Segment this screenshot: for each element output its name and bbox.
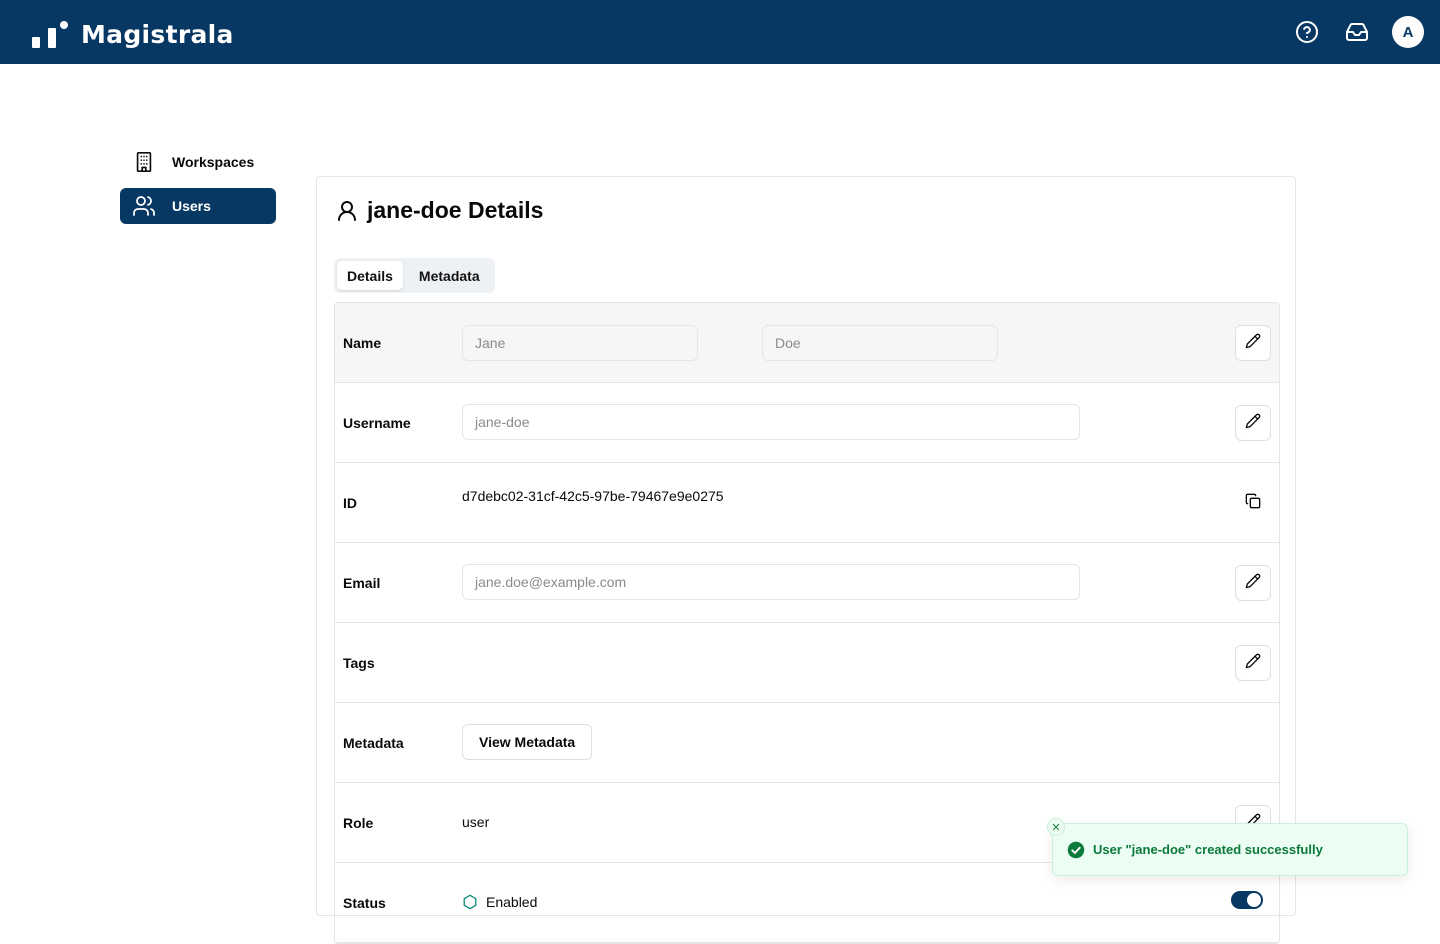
app-logo[interactable]: Magistrala <box>32 20 234 49</box>
hexagon-icon <box>462 894 478 910</box>
users-icon <box>132 194 156 218</box>
status-value: Enabled <box>462 894 537 910</box>
inbox-icon[interactable] <box>1342 17 1372 47</box>
status-text: Enabled <box>486 894 538 910</box>
row-label-role: Role <box>343 815 374 831</box>
view-metadata-button[interactable]: View Metadata <box>462 724 593 760</box>
copy-icon <box>1245 493 1261 514</box>
app-name: Magistrala <box>81 20 234 49</box>
status-toggle[interactable] <box>1231 891 1263 909</box>
row-label-metadata: Metadata <box>343 735 404 751</box>
edit-tags-button[interactable] <box>1235 645 1271 681</box>
check-circle-icon <box>1067 841 1085 859</box>
row-label-status: Status <box>343 895 386 911</box>
user-avatar[interactable]: A <box>1392 16 1424 48</box>
email-input[interactable]: jane.doe@example.com <box>462 564 1080 600</box>
tab-metadata[interactable]: Metadata <box>407 261 492 290</box>
table-row-id: ID d7debc02-31cf-42c5-97be-79467e9e0275 <box>335 463 1279 543</box>
edit-email-button[interactable] <box>1235 565 1271 601</box>
row-label-username: Username <box>343 415 411 431</box>
page-title-text: jane-doe Details <box>367 197 544 223</box>
row-label-id: ID <box>343 495 357 511</box>
table-row-name: Name Jane Doe <box>335 303 1279 383</box>
building-icon <box>132 150 156 174</box>
pencil-icon <box>1245 573 1261 594</box>
edit-username-button[interactable] <box>1235 405 1271 441</box>
user-id-value: d7debc02-31cf-42c5-97be-79467e9e0275 <box>462 488 724 504</box>
role-value: user <box>462 814 490 830</box>
sidebar-item-workspaces[interactable]: Workspaces <box>120 144 276 180</box>
pencil-icon <box>1245 413 1261 434</box>
copy-id-button[interactable] <box>1235 485 1271 521</box>
row-label-name: Name <box>343 335 382 351</box>
user-details-card: jane-doe Details Details Metadata Name J… <box>316 176 1296 944</box>
table-row-metadata: Metadata View Metadata <box>335 703 1279 783</box>
sidebar-item-label: Workspaces <box>172 154 255 170</box>
toast-message: User "jane-doe" created successfully <box>1093 842 1323 857</box>
table-row-tags: Tags <box>335 623 1279 703</box>
row-label-email: Email <box>343 575 381 591</box>
username-input[interactable]: jane-doe <box>462 404 1080 440</box>
table-row-username: Username jane-doe <box>335 383 1279 463</box>
edit-name-button[interactable] <box>1235 325 1271 361</box>
pencil-icon <box>1245 333 1261 354</box>
logo-mark-icon <box>32 20 68 49</box>
user-icon <box>335 199 359 223</box>
sidebar-item-users[interactable]: Users <box>120 188 276 224</box>
tab-details[interactable]: Details <box>337 261 403 290</box>
success-toast: User "jane-doe" created successfully <box>1047 818 1408 876</box>
sidebar-nav: Workspaces Users <box>120 144 276 232</box>
last-name-input[interactable]: Doe <box>762 325 998 361</box>
top-bar: Magistrala A <box>0 0 1440 64</box>
help-circle-icon[interactable] <box>1292 17 1322 47</box>
sidebar-item-label: Users <box>172 198 211 214</box>
close-icon[interactable] <box>1047 818 1065 836</box>
tab-list: Details Metadata <box>334 258 495 293</box>
first-name-input[interactable]: Jane <box>462 325 698 361</box>
row-label-tags: Tags <box>343 655 375 671</box>
pencil-icon <box>1245 653 1261 674</box>
page-title: jane-doe Details <box>335 197 543 224</box>
table-row-email: Email jane.doe@example.com <box>335 543 1279 623</box>
